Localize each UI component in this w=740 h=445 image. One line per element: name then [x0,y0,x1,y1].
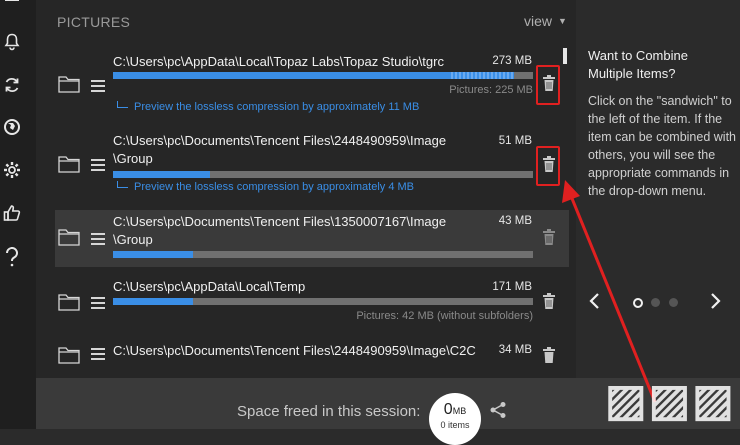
item-size: 273 MB [492,55,532,67]
progress-fill [113,251,193,258]
sandwich-menu-icon[interactable] [91,296,105,309]
sandwich-menu-icon[interactable] [91,158,105,171]
folder-icon [58,293,80,311]
progress-bar [113,298,533,305]
tip-panel: Want to Combine Multiple Items? Click on… [576,0,740,378]
list-item[interactable]: C:\Users\pc\Documents\Tencent Files\1350… [55,210,569,267]
item-size: 51 MB [498,135,532,147]
help-icon[interactable] [2,247,22,267]
globe-icon[interactable] [2,117,22,137]
thumbs-up-icon[interactable] [2,203,22,223]
progress-fill [113,171,210,178]
sandwich-menu-icon[interactable] [91,79,105,92]
sidebar [0,0,36,429]
space-freed-counter: 0MB 0 items [429,393,481,445]
sandwich-menu-icon[interactable] [91,232,105,245]
pager-dot[interactable] [651,298,660,307]
folder-icon [58,346,80,364]
chevron-left-icon[interactable] [588,290,608,316]
bell-icon[interactable] [2,32,22,52]
folder-icon [58,75,80,93]
progress-bar [113,171,533,178]
folder-icon [58,155,80,173]
view-dropdown-label: view [524,13,553,29]
list-item[interactable]: C:\Users\pc\Documents\Tencent Files\2448… [55,340,569,378]
pager-dot-active[interactable] [633,298,643,308]
pictures-panel: PICTURES view ▼ C:\Users\pc\AppData\Local… [36,0,576,378]
trash-icon[interactable] [540,292,558,310]
item-path-cont: \Group [113,151,153,166]
progress-striped [449,72,515,79]
item-path: C:\Users\pc\Documents\Tencent Files\1350… [113,214,447,229]
item-size: 171 MB [492,281,532,293]
chevron-right-icon[interactable] [708,290,728,316]
progress-fill [113,298,193,305]
pager-dot[interactable] [669,298,678,307]
progress-bar [113,251,533,258]
preview-link-text: Preview the lossless compression by appr… [134,181,415,193]
refresh-icon[interactable] [2,75,22,95]
preview-link[interactable]: Preview the lossless compression by appr… [117,101,419,113]
corner-arrow-icon [117,101,128,108]
watermark-logo: ▨▨▨ [605,376,736,425]
tip-title: Want to Combine Multiple Items? [588,48,688,81]
space-freed-unit: MB [452,406,467,416]
item-path: C:\Users\pc\Documents\Tencent Files\2448… [113,343,476,358]
sandwich-menu-icon[interactable] [91,347,105,360]
section-title: PICTURES [57,14,131,30]
list-item[interactable]: C:\Users\pc\AppData\Local\Topaz Labs\Top… [55,50,569,116]
item-subinfo: Pictures: 225 MB [449,84,533,96]
progress-bar [113,72,533,79]
gear-icon[interactable] [2,160,22,180]
highlight-box [536,65,560,105]
trash-icon[interactable] [540,346,558,364]
space-freed-value: 0 [443,401,453,418]
share-icon[interactable] [489,401,507,419]
tip-pager [576,290,740,316]
caret-down-icon: ▼ [558,16,567,26]
folder-icon [58,228,80,246]
corner-arrow-icon [117,181,128,188]
highlight-box [536,146,560,186]
menu-icon[interactable] [2,0,22,14]
item-path-cont: \Group [113,232,153,247]
list-item[interactable]: C:\Users\pc\AppData\Local\Temp 171 MB Pi… [55,278,569,326]
tip-body: Click on the "sandwich" to the left of t… [588,94,736,198]
preview-link[interactable]: Preview the lossless compression by appr… [117,181,414,193]
preview-link-text: Preview the lossless compression by appr… [134,101,420,113]
item-size: 34 MB [498,344,532,356]
item-size: 43 MB [498,215,532,227]
item-subinfo: Pictures: 42 MB (without subfolders) [356,310,533,322]
view-dropdown[interactable]: view ▼ [524,13,567,29]
trash-icon[interactable] [540,228,558,246]
item-path: C:\Users\pc\AppData\Local\Topaz Labs\Top… [113,54,444,69]
item-path: C:\Users\pc\Documents\Tencent Files\2448… [113,133,447,148]
list-item[interactable]: C:\Users\pc\Documents\Tencent Files\2448… [55,130,569,200]
space-freed-label: Space freed in this session: [237,403,421,420]
item-path: C:\Users\pc\AppData\Local\Temp [113,279,306,294]
